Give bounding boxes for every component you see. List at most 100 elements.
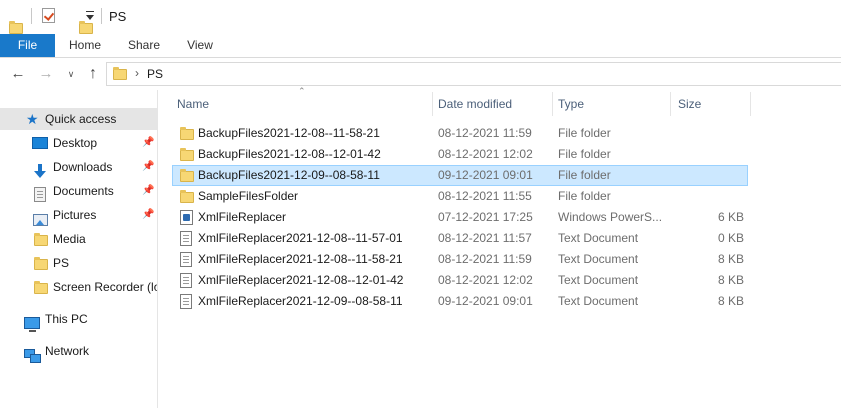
sidebar-item-label: Downloads: [53, 160, 113, 174]
folder-icon: [34, 257, 48, 270]
file-name: BackupFiles2021-12-08--12-01-42: [198, 147, 381, 161]
file-type: Text Document: [558, 231, 639, 245]
navigation-pane: ★ Quick access Desktop 📌 Downloads 📌 Doc…: [0, 90, 158, 408]
file-date-modified: 08-12-2021 11:57: [438, 231, 532, 245]
breadcrumb-ps[interactable]: PS: [147, 67, 163, 81]
forward-arrow-icon[interactable]: →: [36, 64, 56, 84]
file-name: XmlFileReplacer2021-12-08--11-58-21: [198, 252, 403, 266]
address-bar[interactable]: › PS: [106, 62, 841, 86]
sidebar-item-pictures[interactable]: Pictures 📌: [0, 204, 157, 226]
file-type: Windows PowerS...: [558, 210, 663, 224]
title-separator: [31, 8, 32, 24]
recent-locations-chevron-icon[interactable]: ∨: [64, 64, 78, 84]
text-file-icon: [180, 231, 192, 246]
sort-ascending-icon: ⌃: [298, 86, 306, 96]
file-name: XmlFileReplacer2021-12-09--08-58-11: [198, 294, 403, 308]
file-date-modified: 08-12-2021 11:59: [438, 252, 532, 266]
desktop-icon: [32, 137, 48, 149]
file-name: XmlFileReplacer2021-12-08--12-01-42: [198, 273, 404, 287]
sidebar-item-screen-recorder[interactable]: Screen Recorder (lo: [0, 276, 158, 298]
text-file-icon: [180, 294, 192, 309]
pin-icon[interactable]: 📌: [142, 209, 154, 220]
navigation-bar: ← → ∨ ↑ › PS: [0, 58, 841, 90]
sidebar-item-label: This PC: [45, 312, 88, 326]
sidebar-item-media[interactable]: Media: [0, 228, 157, 250]
file-type: File folder: [558, 126, 611, 140]
file-date-modified: 07-12-2021 17:25: [438, 210, 533, 224]
file-type: File folder: [558, 168, 611, 182]
folder-icon: [180, 169, 194, 182]
file-size: 0 KB: [717, 231, 744, 245]
file-date-modified: 08-12-2021 12:02: [438, 147, 533, 161]
download-icon: [33, 164, 47, 178]
file-date-modified: 08-12-2021 12:02: [438, 273, 533, 287]
sidebar-item-network[interactable]: Network: [0, 340, 157, 363]
sidebar-item-this-pc[interactable]: This PC: [0, 308, 157, 332]
file-row[interactable]: XmlFileReplacer 07-12-2021 17:25 Windows…: [172, 207, 748, 228]
column-divider[interactable]: [670, 92, 671, 116]
sidebar-item-desktop[interactable]: Desktop 📌: [0, 132, 157, 154]
pictures-icon: [33, 214, 48, 226]
computer-icon: [24, 317, 40, 332]
file-name: BackupFiles2021-12-08--11-58-21: [198, 126, 380, 140]
file-name: SampleFilesFolder: [198, 189, 299, 203]
sidebar-item-label: Screen Recorder (lo: [53, 280, 158, 294]
file-row[interactable]: BackupFiles2021-12-08--12-01-42 08-12-20…: [172, 144, 748, 165]
file-name: BackupFiles2021-12-09--08-58-11: [198, 168, 380, 182]
folder-icon: [180, 127, 194, 140]
file-name: XmlFileReplacer2021-12-08--11-57-01: [198, 231, 403, 245]
sidebar-item-label: Network: [45, 344, 90, 358]
file-date-modified: 09-12-2021 09:01: [438, 168, 533, 182]
breadcrumb-chevron-icon[interactable]: ›: [135, 66, 139, 80]
text-file-icon: [180, 252, 192, 267]
tab-home[interactable]: Home: [62, 34, 108, 57]
powershell-script-icon: [180, 210, 193, 225]
sidebar-item-quick-access[interactable]: ★ Quick access: [0, 108, 157, 130]
file-type: Text Document: [558, 252, 639, 266]
file-date-modified: 09-12-2021 09:01: [438, 294, 533, 308]
sidebar-item-ps[interactable]: PS: [0, 252, 157, 274]
back-arrow-icon[interactable]: ←: [8, 64, 28, 84]
folder-icon[interactable]: [9, 20, 23, 34]
sidebar-item-documents[interactable]: Documents 📌: [0, 180, 157, 202]
tab-share[interactable]: Share: [121, 34, 167, 57]
file-date-modified: 08-12-2021 11:59: [438, 126, 532, 140]
column-header-date-modified[interactable]: Date modified: [438, 97, 512, 111]
file-row-selected[interactable]: BackupFiles2021-12-09--08-58-11 09-12-20…: [172, 165, 748, 186]
column-divider[interactable]: [552, 92, 553, 116]
tab-view[interactable]: View: [178, 34, 222, 57]
column-divider[interactable]: [432, 92, 433, 116]
new-folder-icon[interactable]: [79, 20, 93, 34]
column-divider[interactable]: [750, 92, 751, 116]
folder-icon: [34, 281, 48, 294]
folder-icon: [113, 67, 127, 80]
tab-file[interactable]: File: [0, 34, 55, 57]
file-row[interactable]: SampleFilesFolder 08-12-2021 11:55 File …: [172, 186, 748, 207]
file-row[interactable]: XmlFileReplacer2021-12-08--11-57-01 08-1…: [172, 228, 748, 249]
customize-toolbar-dropdown-icon[interactable]: [85, 10, 95, 22]
file-row[interactable]: XmlFileReplacer2021-12-09--08-58-11 09-1…: [172, 291, 748, 312]
file-row[interactable]: XmlFileReplacer2021-12-08--11-58-21 08-1…: [172, 249, 748, 270]
file-size: 6 KB: [717, 210, 744, 224]
documents-icon: [34, 186, 46, 202]
ribbon-tabs: File Home Share View: [0, 34, 841, 58]
up-arrow-icon[interactable]: ↑: [84, 64, 102, 84]
column-header-size[interactable]: Size: [678, 97, 701, 111]
pin-icon[interactable]: 📌: [142, 137, 154, 148]
pin-icon[interactable]: 📌: [142, 161, 154, 172]
sidebar-item-label: Quick access: [45, 112, 117, 126]
sidebar-item-downloads[interactable]: Downloads 📌: [0, 156, 157, 178]
column-header-name[interactable]: Name: [177, 97, 209, 111]
file-type: Text Document: [558, 273, 639, 287]
file-size: 8 KB: [717, 273, 744, 287]
pin-icon[interactable]: 📌: [142, 185, 154, 196]
sidebar-item-label: Pictures: [53, 208, 97, 222]
star-icon: ★: [26, 111, 39, 127]
file-size: 8 KB: [717, 252, 744, 266]
properties-check-icon[interactable]: [42, 8, 55, 23]
column-headers: ⌃ Name Date modified Type Size: [159, 86, 841, 118]
file-row[interactable]: XmlFileReplacer2021-12-08--12-01-42 08-1…: [172, 270, 748, 291]
file-row[interactable]: BackupFiles2021-12-08--11-58-21 08-12-20…: [172, 123, 748, 144]
column-header-type[interactable]: Type: [558, 97, 584, 111]
file-date-modified: 08-12-2021 11:55: [438, 189, 532, 203]
